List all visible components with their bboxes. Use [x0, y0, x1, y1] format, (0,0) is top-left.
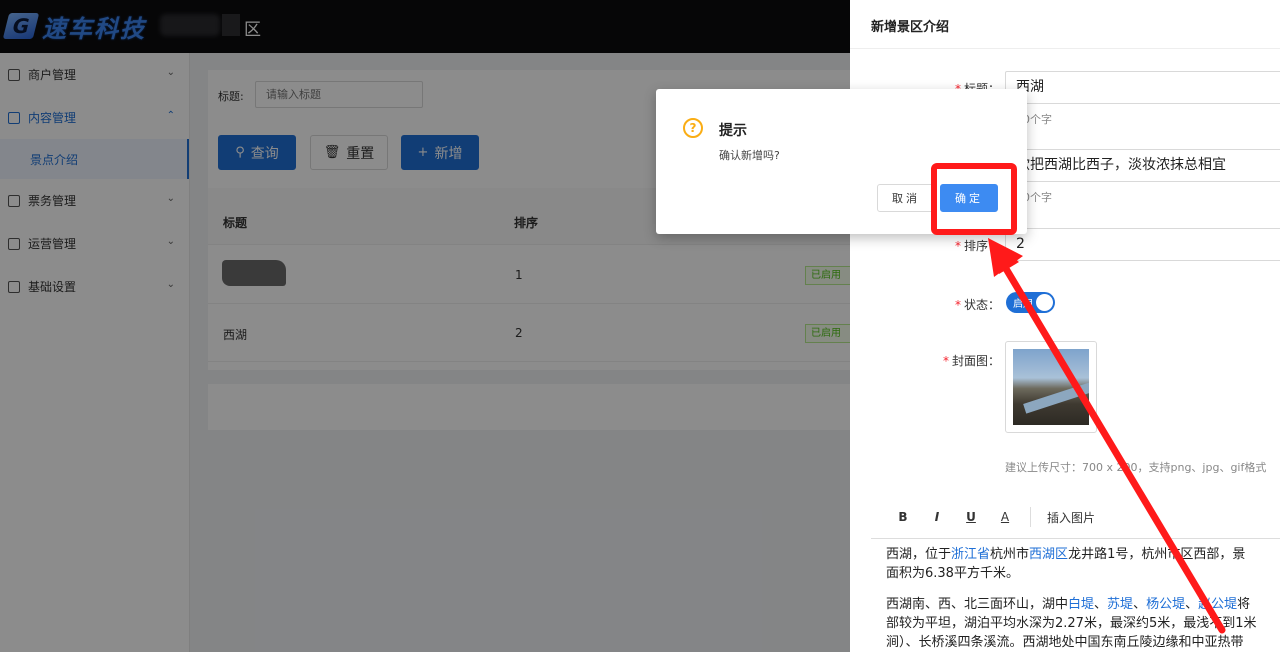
rich-text-editor[interactable]: 西湖，位于浙江省杭州市西湖区龙井路1号，杭州市区西部，景 面积为6.38平方千米… [871, 538, 1280, 652]
editor-paragraph: 西湖，位于浙江省杭州市西湖区龙井路1号，杭州市区西部，景 面积为6.38平方千米… [886, 547, 1246, 581]
title-field-input[interactable]: 西湖 [1005, 71, 1280, 104]
upload-size-hint: 建议上传尺寸：700 x 200，支持png、jpg、gif格式 [1005, 461, 1267, 474]
cancel-button[interactable]: 取消 [877, 184, 935, 212]
status-toggle-text: 启用 [1013, 299, 1033, 310]
cover-field-label: * 封面图： [942, 354, 1000, 368]
dialog-title: 提示 [719, 123, 747, 139]
question-icon: ? [683, 118, 703, 138]
toggle-knob [1036, 294, 1053, 311]
annotation-highlight-box [931, 163, 1017, 235]
status-field-label: * 状态： [954, 298, 1000, 312]
drawer-title: 新增景区介绍 [850, 0, 1280, 49]
editor-link[interactable]: 赵公堤 [1198, 597, 1237, 612]
editor-link[interactable]: 苏堤 [1107, 597, 1133, 612]
toolbar-divider [1030, 507, 1031, 527]
font-color-button[interactable]: A [988, 510, 1022, 524]
dialog-message: 确认新增吗? [719, 149, 780, 162]
status-toggle[interactable]: 启用 [1006, 292, 1055, 313]
editor-link[interactable]: 白堤 [1068, 597, 1094, 612]
editor-toolbar: B I U A 插入图片 [886, 507, 1095, 527]
italic-button[interactable]: I [920, 510, 954, 524]
subtitle-field-input[interactable]: 欲把西湖比西子，淡妆浓抹总相宜 [1005, 149, 1280, 182]
cover-image-upload[interactable] [1005, 341, 1097, 433]
sort-field-input[interactable]: 2 [1005, 228, 1280, 261]
editor-link[interactable]: 西湖区 [1029, 547, 1068, 562]
editor-link[interactable]: 浙江省 [951, 547, 990, 562]
sort-field-label: * 排序： [954, 239, 1000, 253]
editor-paragraph: 西湖南、西、北三面环山，湖中白堤、苏堤、杨公堤、赵公堤将 部较为平坦，湖泊平均水… [886, 597, 1257, 650]
cover-image-preview [1013, 349, 1089, 425]
bold-button[interactable]: B [886, 510, 920, 524]
insert-image-button[interactable]: 插入图片 [1047, 509, 1095, 526]
underline-button[interactable]: U [954, 510, 988, 524]
editor-link[interactable]: 杨公堤 [1146, 597, 1185, 612]
